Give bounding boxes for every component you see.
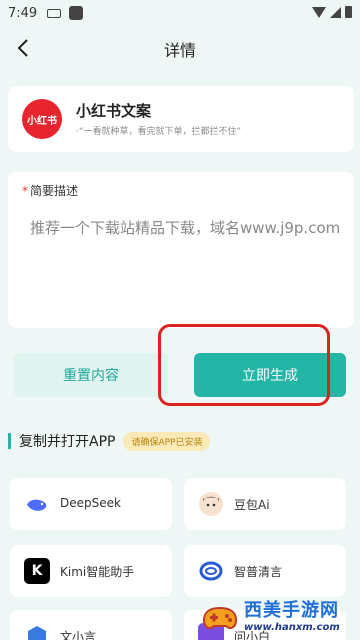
section-accent-bar: [8, 433, 11, 449]
battery-icon: [345, 6, 352, 18]
app-tile-label: 豆包Ai: [234, 498, 270, 512]
app-notification-icon: [69, 6, 84, 20]
app-tile-zhipu[interactable]: 智普清言: [184, 545, 346, 597]
app-tile-deepseek[interactable]: DeepSeek: [10, 478, 172, 530]
xiaohongshu-logo: 小红书: [22, 99, 62, 139]
app-info-card: 小红书 小红书文案 ·“一看就种草，看完就下单，拦都拦不住”: [8, 86, 354, 152]
wenxiaobai-icon: [198, 623, 224, 640]
app-tile-kimi[interactable]: K Kimi智能助手: [10, 545, 172, 597]
description-label: * 简要描述: [22, 182, 78, 199]
description-label-text: 简要描述: [30, 184, 79, 198]
section-title: 复制并打开APP: [19, 434, 116, 450]
wenxiaoyan-icon: [28, 626, 46, 640]
top-nav: 详情: [0, 26, 360, 68]
description-input[interactable]: 推荐一个下载站精品下载，域名www.j9p.com: [30, 216, 350, 240]
required-mark: *: [22, 184, 28, 198]
kimi-k-icon: K: [24, 558, 50, 584]
status-time: 7:49: [8, 5, 38, 21]
app-tile-wenxiaoyan[interactable]: 文小言: [10, 610, 172, 640]
generate-button[interactable]: 立即生成: [194, 353, 346, 397]
status-bar: 7:49: [0, 0, 360, 26]
section-header: 复制并打开APP 请确保APP已安装: [8, 430, 211, 452]
wifi-icon: [312, 6, 326, 18]
app-tile-wenxiaobai[interactable]: 问小白: [184, 610, 346, 640]
status-indicators: [312, 6, 352, 18]
app-tile-label: 智普清言: [234, 565, 283, 579]
app-tile-label: 文小言: [60, 630, 97, 640]
app-description: ·“一看就种草，看完就下单，拦都拦不住”: [76, 127, 242, 137]
app-tile-label: Kimi智能助手: [60, 565, 135, 579]
reset-button[interactable]: 重置内容: [14, 353, 168, 397]
signal-icon: [330, 6, 341, 18]
app-tile-doubao[interactable]: 豆包Ai: [184, 478, 346, 530]
page-title: 详情: [163, 41, 196, 60]
install-badge: 请确保APP已安装: [123, 431, 211, 451]
keyboard-icon: [47, 8, 62, 18]
deepseek-whale-icon: [27, 499, 47, 511]
app-tile-label: DeepSeek: [60, 496, 121, 510]
app-tile-label: 问小白: [234, 630, 271, 640]
description-card[interactable]: * 简要描述 推荐一个下载站精品下载，域名www.j9p.com: [8, 172, 354, 328]
app-name: 小红书文案: [76, 102, 152, 120]
doubao-avatar-icon: [199, 492, 223, 516]
zhipu-ring-icon: [199, 561, 223, 581]
